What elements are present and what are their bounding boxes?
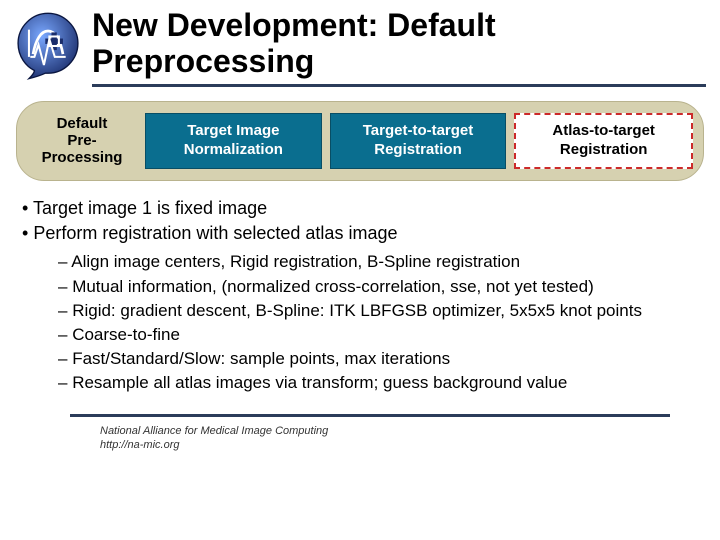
pipeline-box-atlas-registration: Atlas-to-target Registration bbox=[514, 113, 693, 169]
pipeline-label-l1: Default bbox=[27, 115, 137, 132]
footer-org: National Alliance for Medical Image Comp… bbox=[100, 425, 720, 439]
bullet-item: Perform registration with selected atlas… bbox=[22, 222, 698, 245]
pipeline-label-l3: Processing bbox=[27, 149, 137, 166]
sub-bullet-list: Align image centers, Rigid registration,… bbox=[58, 251, 698, 394]
sub-bullet-item: Resample all atlas images via transform;… bbox=[58, 372, 698, 394]
pipeline-box3-l1: Atlas-to-target bbox=[552, 122, 655, 141]
page-title: New Development: Default Preprocessing bbox=[92, 8, 706, 80]
sub-bullet-item: Rigid: gradient descent, B-Spline: ITK L… bbox=[58, 300, 698, 322]
footer-rule bbox=[70, 414, 670, 417]
bullet-item: Target image 1 is fixed image bbox=[22, 197, 698, 220]
pipeline-box1-l1: Target Image bbox=[187, 122, 279, 141]
footer: National Alliance for Medical Image Comp… bbox=[100, 425, 720, 453]
body-content: Target image 1 is fixed image Perform re… bbox=[0, 181, 720, 394]
sub-bullet-item: Coarse-to-fine bbox=[58, 324, 698, 346]
sub-bullet-item: Mutual information, (normalized cross-co… bbox=[58, 276, 698, 298]
bullet-list: Target image 1 is fixed image Perform re… bbox=[22, 197, 698, 246]
pipeline-label-l2: Pre- bbox=[27, 132, 137, 149]
footer-url: http://na-mic.org bbox=[100, 439, 720, 453]
header: New Development: Default Preprocessing bbox=[0, 0, 720, 87]
title-rule bbox=[92, 84, 706, 87]
pipeline-box-normalization: Target Image Normalization bbox=[145, 113, 322, 169]
pipeline-bar: Default Pre- Processing Target Image Nor… bbox=[16, 101, 704, 181]
pipeline-box1-l2: Normalization bbox=[184, 141, 283, 160]
sub-bullet-item: Align image centers, Rigid registration,… bbox=[58, 251, 698, 273]
namic-logo-icon bbox=[14, 12, 82, 80]
sub-bullet-item: Fast/Standard/Slow: sample points, max i… bbox=[58, 348, 698, 370]
slide: New Development: Default Preprocessing D… bbox=[0, 0, 720, 540]
pipeline-box2-l2: Registration bbox=[374, 141, 462, 160]
pipeline-box-target-registration: Target-to-target Registration bbox=[330, 113, 507, 169]
pipeline-box3-l2: Registration bbox=[560, 141, 648, 160]
pipeline-box2-l1: Target-to-target bbox=[363, 122, 474, 141]
pipeline-label: Default Pre- Processing bbox=[27, 115, 137, 167]
title-wrap: New Development: Default Preprocessing bbox=[92, 8, 706, 87]
